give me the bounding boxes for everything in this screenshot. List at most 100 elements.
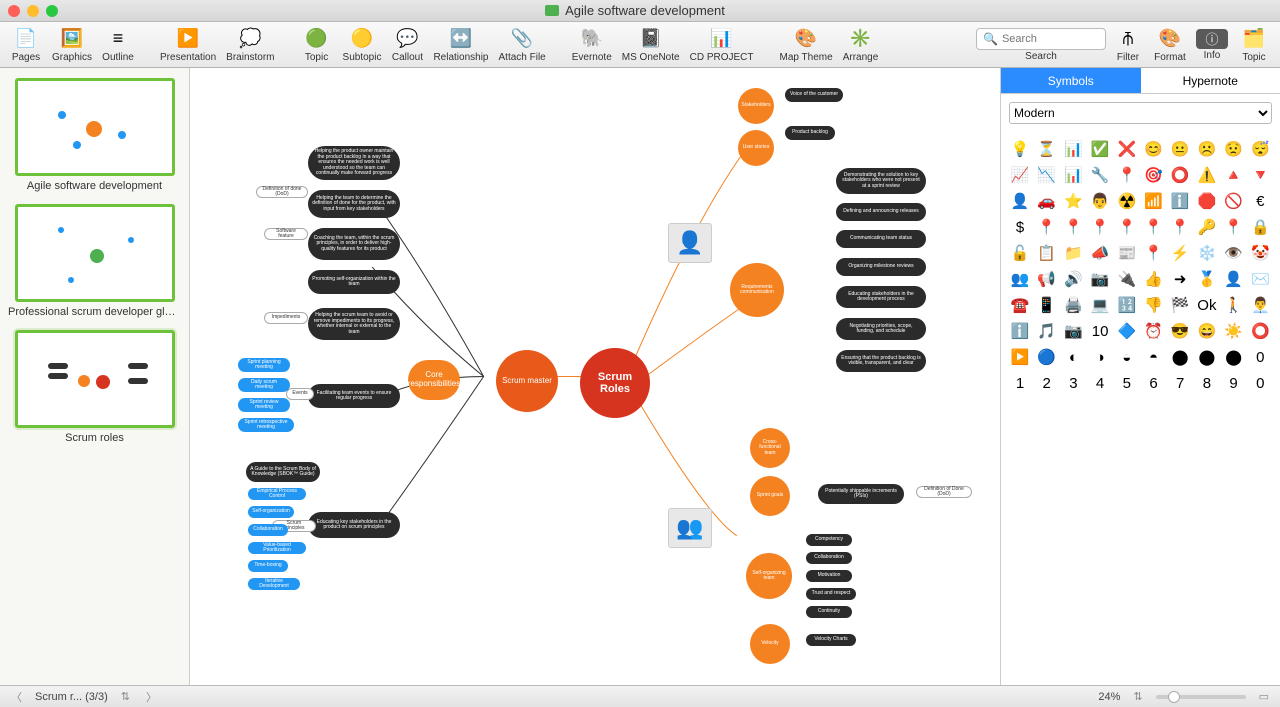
left-tag-0[interactable]: Definition of done (DoD): [256, 186, 308, 198]
symbol-56[interactable]: ➜: [1169, 268, 1191, 290]
stakeholders-node[interactable]: Stakeholders: [738, 88, 774, 124]
symbol-12[interactable]: 📊: [1062, 164, 1084, 186]
voice-node[interactable]: Voice of the customer: [785, 88, 843, 102]
symbol-75[interactable]: ⏰: [1143, 320, 1165, 342]
symbol-74[interactable]: 🔷: [1116, 320, 1138, 342]
relationship-button[interactable]: ↔️Relationship: [429, 25, 492, 65]
symbol-0[interactable]: 💡: [1009, 138, 1031, 160]
self-item-2[interactable]: Motivation: [806, 570, 852, 582]
symbol-62[interactable]: 🖨️: [1062, 294, 1084, 316]
sm-dark-4[interactable]: Helping the scrum team to avoid or remov…: [308, 308, 400, 340]
comm-item-2[interactable]: Communicating team status: [836, 230, 926, 248]
symbol-27[interactable]: 🛑: [1196, 190, 1218, 212]
symbol-24[interactable]: ☢️: [1116, 190, 1138, 212]
left-tag-1[interactable]: Software feature: [264, 228, 308, 240]
self-item-0[interactable]: Competency: [806, 534, 852, 546]
symbol-78[interactable]: ☀️: [1223, 320, 1245, 342]
format-button[interactable]: 🎨Format: [1150, 25, 1190, 65]
self-item-4[interactable]: Continuity: [806, 606, 852, 618]
outline-button[interactable]: ≡Outline: [98, 25, 138, 65]
symbol-21[interactable]: 🚗: [1036, 190, 1058, 212]
symbol-30[interactable]: $: [1009, 216, 1031, 238]
symbol-29[interactable]: €: [1249, 190, 1271, 212]
center-node[interactable]: Scrum Roles: [580, 348, 650, 418]
sm-dark-0[interactable]: Helping the product owner maintain the p…: [308, 146, 400, 180]
cdproject-button[interactable]: 📊CD PROJECT: [686, 25, 758, 65]
symbol-72[interactable]: 📷: [1062, 320, 1084, 342]
symbol-8[interactable]: 😟: [1223, 138, 1245, 160]
blue-item-3[interactable]: Sprint retrospective meeting: [238, 418, 294, 432]
left-tag-3[interactable]: Events: [286, 388, 314, 400]
tab-hypernote[interactable]: Hypernote: [1141, 68, 1280, 94]
symbol-20[interactable]: 👤: [1009, 190, 1031, 212]
velocity-node[interactable]: Velocity: [750, 624, 790, 664]
search-box[interactable]: 🔍: [976, 28, 1106, 50]
symbol-37[interactable]: 🔑: [1196, 216, 1218, 238]
sprint-goals-node[interactable]: Sprint goals: [750, 476, 790, 516]
thumb-1[interactable]: Agile software development: [8, 78, 181, 192]
symbol-38[interactable]: 📍: [1223, 216, 1245, 238]
symbol-98[interactable]: 9: [1223, 372, 1245, 394]
symbol-59[interactable]: ✉️: [1249, 268, 1271, 290]
symbol-44[interactable]: 📰: [1116, 242, 1138, 264]
symbol-54[interactable]: 🔌: [1116, 268, 1138, 290]
symbol-5[interactable]: 😊: [1143, 138, 1165, 160]
symbol-88[interactable]: ⬤: [1223, 346, 1245, 368]
tab-symbols[interactable]: Symbols: [1001, 68, 1141, 94]
maximize-window[interactable]: [46, 5, 58, 17]
blue-item-0[interactable]: Sprint planning meeting: [238, 358, 290, 372]
comm-item-0[interactable]: Demonstrating the solution to key stakeh…: [836, 168, 926, 194]
dev-team-image[interactable]: 👥: [668, 508, 712, 548]
symbol-16[interactable]: ⭕: [1169, 164, 1191, 186]
symbol-17[interactable]: ⚠️: [1196, 164, 1218, 186]
self-item-3[interactable]: Trust and respect: [806, 588, 856, 600]
topic-button[interactable]: 🟢Topic: [297, 25, 337, 65]
symbol-11[interactable]: 📉: [1036, 164, 1058, 186]
user-stories-node[interactable]: User stories: [738, 130, 774, 166]
backlog-node[interactable]: Product backlog: [785, 126, 835, 140]
symbol-40[interactable]: 🔓: [1009, 242, 1031, 264]
map-theme-button[interactable]: 🎨Map Theme: [776, 25, 837, 65]
next-page[interactable]: 〉: [143, 689, 160, 705]
comm-item-5[interactable]: Negotiating priorities, scope, funding, …: [836, 318, 926, 340]
symbol-73[interactable]: 10: [1089, 320, 1111, 342]
comm-item-1[interactable]: Defining and announcing releases: [836, 203, 926, 221]
search-input[interactable]: [1002, 33, 1102, 45]
symbol-9[interactable]: 😴: [1249, 138, 1271, 160]
symbol-57[interactable]: 🥇: [1196, 268, 1218, 290]
symbol-13[interactable]: 🔧: [1089, 164, 1111, 186]
evernote-button[interactable]: 🐘Evernote: [568, 25, 616, 65]
symbol-60[interactable]: ☎️: [1009, 294, 1031, 316]
symbol-42[interactable]: 📁: [1062, 242, 1084, 264]
topic-panel-button[interactable]: 🗂️Topic: [1234, 25, 1274, 65]
comm-item-3[interactable]: Organizing milestone reviews: [836, 258, 926, 276]
velocity-charts-node[interactable]: Velocity Charts: [806, 634, 856, 646]
fit-view[interactable]: ▭: [1256, 690, 1272, 703]
symbol-1[interactable]: ⏳: [1036, 138, 1058, 160]
symbol-35[interactable]: 📍: [1143, 216, 1165, 238]
symbol-46[interactable]: ⚡: [1169, 242, 1191, 264]
symbol-33[interactable]: 📍: [1089, 216, 1111, 238]
edu-3[interactable]: Value-based Prioritization: [248, 542, 306, 554]
blue-item-1[interactable]: Daily scrum meeting: [238, 378, 290, 392]
symbol-49[interactable]: 🤡: [1249, 242, 1271, 264]
symbol-28[interactable]: 🚫: [1223, 190, 1245, 212]
symbol-93[interactable]: 4: [1089, 372, 1111, 394]
graphics-button[interactable]: 🖼️Graphics: [48, 25, 96, 65]
symbol-39[interactable]: 🔒: [1249, 216, 1271, 238]
sm-dark-1[interactable]: Helping the team to determine the defini…: [308, 190, 400, 218]
symbol-22[interactable]: ⭐: [1062, 190, 1084, 212]
edu-5[interactable]: Iterative Development: [248, 578, 300, 590]
dod-node[interactable]: Definition of Done (DoD): [916, 486, 972, 498]
symbol-15[interactable]: 🎯: [1143, 164, 1165, 186]
sm-dark-6[interactable]: Educating key stakeholders in the produc…: [308, 512, 400, 538]
symbol-87[interactable]: ⬤: [1196, 346, 1218, 368]
arrange-button[interactable]: ✳️Arrange: [839, 25, 883, 65]
symbol-76[interactable]: 😎: [1169, 320, 1191, 342]
brainstorm-button[interactable]: 💭Brainstorm: [222, 25, 278, 65]
symbol-97[interactable]: 8: [1196, 372, 1218, 394]
symbol-10[interactable]: 📈: [1009, 164, 1031, 186]
page-stepper[interactable]: ⇅: [118, 690, 133, 703]
symbol-36[interactable]: 📍: [1169, 216, 1191, 238]
symbol-86[interactable]: ⬤: [1169, 346, 1191, 368]
